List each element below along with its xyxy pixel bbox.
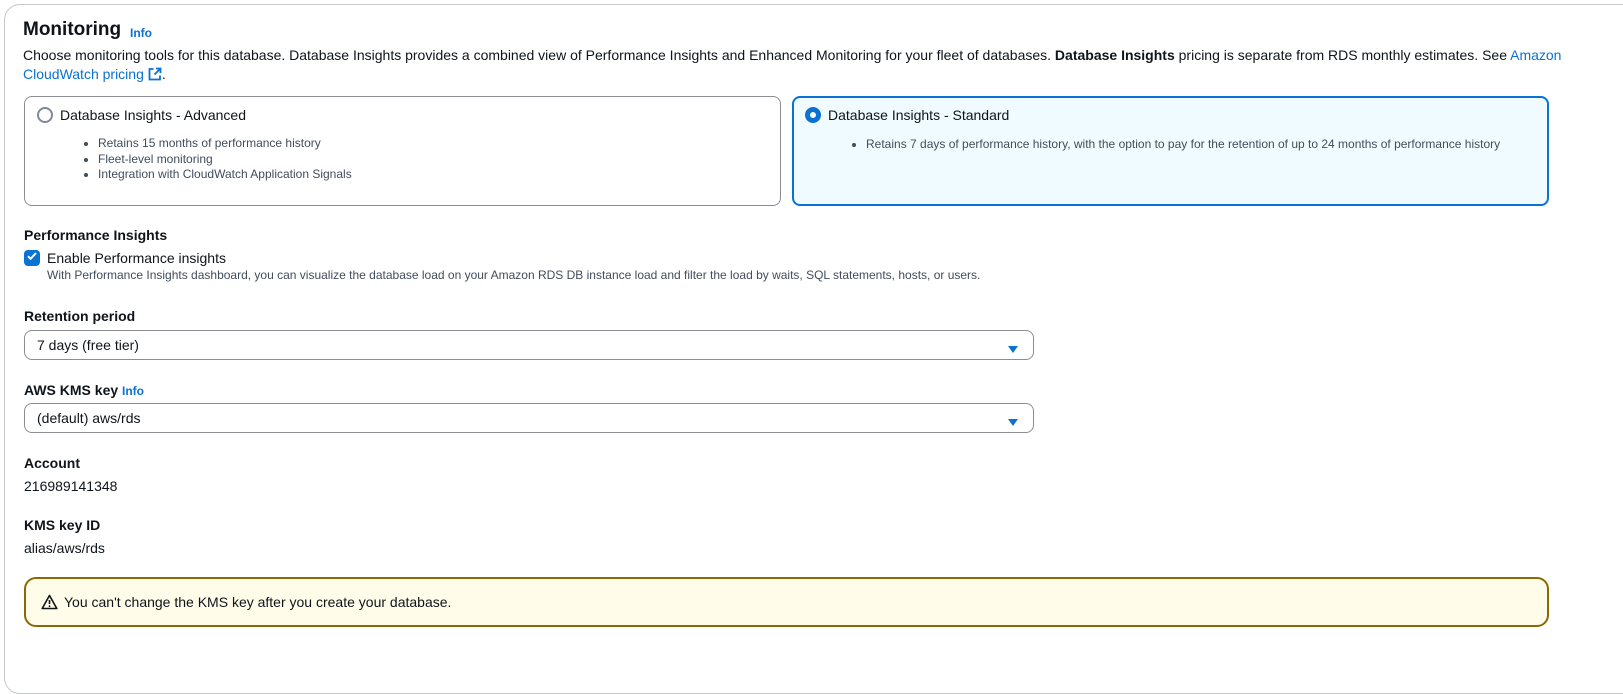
monitoring-info-link[interactable]: Info xyxy=(130,26,152,40)
performance-insights-label: Performance Insights xyxy=(24,227,168,243)
kms-key-value: (default) aws/rds xyxy=(37,410,141,426)
enable-performance-insights-label[interactable]: Enable Performance insights xyxy=(47,250,226,266)
kms-warning-alert: You can't change the KMS key after you c… xyxy=(24,577,1549,627)
section-description: Choose monitoring tools for this databas… xyxy=(23,46,1563,86)
kms-info-link[interactable]: Info xyxy=(122,384,144,398)
description-bold: Database Insights xyxy=(1054,47,1175,63)
list-item: Fleet-level monitoring xyxy=(98,152,352,168)
section-title: Monitoring xyxy=(23,19,122,40)
list-item: Retains 7 days of performance history, w… xyxy=(866,137,1500,153)
enable-performance-insights-checkbox[interactable] xyxy=(24,250,40,266)
kms-key-id-label: KMS key ID xyxy=(24,517,101,533)
description-text-1: Choose monitoring tools for this databas… xyxy=(23,47,1055,63)
check-icon xyxy=(26,249,38,267)
account-label: Account xyxy=(24,455,80,471)
radio-advanced[interactable] xyxy=(37,107,53,123)
alert-message: You can't change the KMS key after you c… xyxy=(64,594,452,610)
tile-standard-label: Database Insights - Standard xyxy=(828,107,1010,123)
retention-period-label: Retention period xyxy=(24,308,136,324)
description-text-2: pricing is separate from RDS monthly est… xyxy=(1174,47,1511,63)
account-value: 216989141348 xyxy=(24,478,118,494)
external-link-icon xyxy=(148,67,162,86)
kms-key-label: AWS KMS key xyxy=(24,382,119,398)
description-end: . xyxy=(161,66,166,82)
caret-down-icon xyxy=(1007,341,1019,359)
performance-insights-description: With Performance Insights dashboard, you… xyxy=(47,268,981,282)
kms-key-id-value: alias/aws/rds xyxy=(24,540,105,556)
warning-icon xyxy=(41,594,58,615)
retention-period-value: 7 days (free tier) xyxy=(37,337,139,353)
tile-database-insights-advanced[interactable]: Database Insights - Advanced Retains 15 … xyxy=(24,96,781,206)
tile-standard-bullets: Retains 7 days of performance history, w… xyxy=(848,137,1500,153)
retention-period-select[interactable]: 7 days (free tier) xyxy=(24,330,1034,360)
tile-database-insights-standard[interactable]: Database Insights - Standard Retains 7 d… xyxy=(792,96,1549,206)
kms-key-select[interactable]: (default) aws/rds xyxy=(24,403,1034,433)
tile-advanced-bullets: Retains 15 months of performance history… xyxy=(80,136,352,183)
radio-standard[interactable] xyxy=(805,107,821,123)
list-item: Retains 15 months of performance history xyxy=(98,136,352,152)
tile-advanced-label: Database Insights - Advanced xyxy=(60,107,247,123)
caret-down-icon xyxy=(1007,414,1019,432)
list-item: Integration with CloudWatch Application … xyxy=(98,167,352,183)
